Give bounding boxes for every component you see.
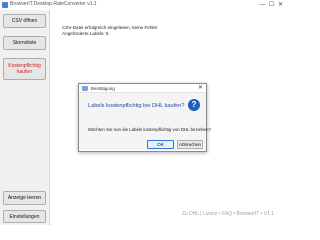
window-titlebar: BrowserIT.Desktop.RateConverter v1.1 — ☐… — [0, 0, 286, 10]
ok-button[interactable]: OK — [147, 140, 174, 149]
dialog-heading: Labels kostenpflichtig bei DHL kaufen? — [88, 103, 185, 109]
dialog-message: Möchten Sie nun die Labels kostenpflicht… — [88, 127, 211, 132]
close-icon[interactable]: ✕ — [276, 0, 285, 10]
app-icon — [2, 2, 8, 8]
minimize-icon[interactable]: — — [258, 0, 267, 10]
dialog-body: Labels kostenpflichtig bei DHL kaufen? ?… — [79, 93, 211, 150]
buy-labels-line2: kaufen — [16, 69, 32, 75]
sidebar: CSV öffnen Stornoliste Kostenpflichtig k… — [0, 10, 50, 225]
settings-button[interactable]: Einstellungen — [3, 210, 46, 223]
cancel-button[interactable]: Abbrechen — [177, 140, 203, 149]
dialog-titlebar: Bestätigung ✕ — [79, 84, 206, 93]
buy-labels-button[interactable]: Kostenpflichtig kaufen — [3, 58, 46, 80]
dialog-close-icon[interactable]: ✕ — [196, 84, 205, 93]
dialog-title: Bestätigung — [91, 85, 115, 91]
storno-list-button[interactable]: Stornoliste — [3, 36, 46, 50]
csv-open-button[interactable]: CSV öffnen — [3, 14, 46, 28]
maximize-icon[interactable]: ☐ — [267, 0, 276, 10]
window-title: BrowserIT.Desktop.RateConverter v1.1 — [10, 1, 97, 7]
dialog-app-icon — [82, 86, 88, 91]
question-icon: ? — [188, 99, 200, 111]
clear-display-button[interactable]: Anzeige leeren — [3, 191, 46, 205]
confirmation-dialog: Bestätigung ✕ Labels kostenpflichtig bei… — [78, 83, 211, 152]
